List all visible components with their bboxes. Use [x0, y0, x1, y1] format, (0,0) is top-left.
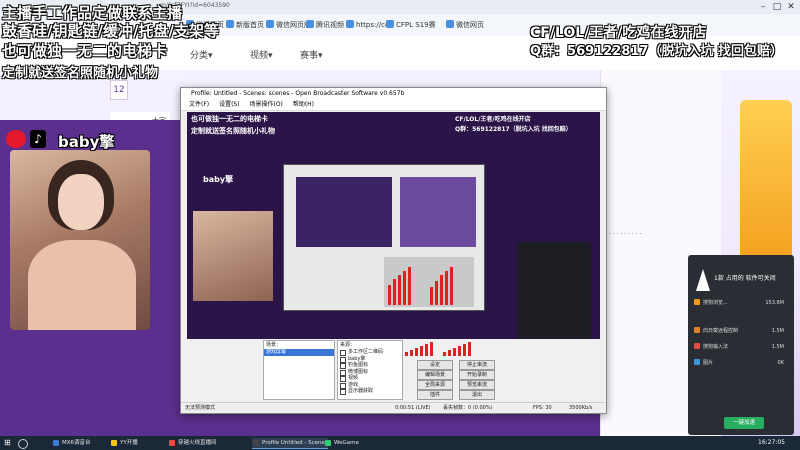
exit-button[interactable]: 退出	[459, 390, 495, 400]
status-kbps: 3500Kb/s	[569, 405, 593, 411]
maximize-icon[interactable]: □	[770, 0, 784, 14]
overlay-right2: Q群：569122817（脱坑入坑 找回包赔）	[530, 44, 783, 59]
preview-overlay-right1: CF/LOL/王者/吃鸡在线开店	[455, 116, 531, 123]
preview-overlay-line2: 定制就送签名照随机小礼物	[191, 127, 275, 135]
webcam-feed	[10, 150, 150, 330]
nav-category[interactable]: 分类▾	[190, 48, 213, 61]
menu-scene-ops[interactable]: 场景操作(O)	[249, 101, 282, 108]
nested-preview	[283, 164, 485, 311]
menu-help[interactable]: 帮助(H)	[293, 101, 314, 108]
preview-streamer-name: baby擎	[203, 175, 234, 184]
scene-item[interactable]: 游戏屏幕	[264, 349, 334, 356]
taskbar: ⊞ MX6调音台 YY开播 穿越火线直播间 Profile Untitled -…	[0, 436, 800, 450]
preview-stream-button[interactable]: 预览串流	[459, 380, 495, 390]
speedup-button[interactable]: 一键加速	[724, 417, 764, 429]
clock: 16:27:05	[758, 439, 785, 446]
obs-statusbar: 无法预测模式 0:00:51 (LIVE) 丢失帧数：0 (0.00%) FPS…	[181, 402, 606, 413]
nested-panel	[400, 177, 476, 247]
bookmark-item[interactable]: 腾讯视频	[306, 19, 344, 31]
global-source-button[interactable]: 全局来源	[417, 380, 453, 390]
gift-banner[interactable]	[740, 100, 792, 260]
tray-item[interactable]: 搜狗输入法 1.5M	[694, 341, 788, 353]
source-item[interactable]: 显示器获取	[338, 388, 402, 395]
overlay-line3: 也可做独一无二的电梯卡	[2, 42, 168, 60]
bookmark-item[interactable]: https://cc	[346, 19, 389, 31]
sources-panel: 来源： 多工作区二维码 baby擎 钓鱼图标 微博图标 视频 游戏 显示器获取	[337, 340, 403, 400]
obs-title: Profile: Untitled - Scenes: scenes - Ope…	[191, 90, 405, 97]
scenes-header: 场景：	[266, 342, 282, 348]
nested-stream	[296, 177, 392, 247]
taskbar-item[interactable]: MX6调音台	[52, 438, 91, 448]
preview-webcam	[193, 211, 273, 301]
streamer-face	[58, 174, 104, 230]
tray-item[interactable]: 向日葵远程控制 1.5M	[694, 325, 788, 337]
preview-overlay-line1: 也可做独一无二的电梯卡	[191, 115, 268, 123]
start-record-button[interactable]: 开始录制	[459, 370, 495, 380]
tray-item[interactable]: 搜狗浏览... 153.8M	[694, 297, 788, 309]
menu-file[interactable]: 文件(F)	[189, 101, 209, 108]
sources-header: 来源：	[340, 342, 356, 348]
bookmark-item[interactable]: CFPL S19赛	[386, 19, 436, 31]
nav-events[interactable]: 赛事▾	[300, 48, 323, 61]
plugins-button[interactable]: 插件	[417, 390, 453, 400]
phone-panel	[517, 242, 591, 339]
status-mode: 无法预测模式	[185, 405, 216, 411]
audio-meter	[405, 342, 475, 358]
obs-preview[interactable]: 也可做独一无二的电梯卡 定制就送签名照随机小礼物 CF/LOL/王者/吃鸡在线开…	[187, 112, 600, 339]
bookmark-item[interactable]: 微信网页版	[266, 19, 311, 31]
speedup-popup: 1款 占用的 软件可关闭 搜狗浏览... 153.8M 向日葵远程控制 1.5M 搜…	[688, 255, 794, 435]
weibo-douyin-logo: ♪	[6, 130, 50, 150]
stop-stream-button[interactable]: 停止串流	[459, 360, 495, 370]
scenes-panel: 场景： 游戏屏幕	[263, 340, 335, 400]
obs-titlebar: Profile: Untitled - Scenes: scenes - Ope…	[181, 88, 606, 100]
overlay-right1: CF/LOL/王者/吃鸡在线开店	[530, 25, 707, 41]
taskbar-item[interactable]: YY开播	[110, 438, 138, 448]
anchor-level-badge: 12	[110, 80, 128, 100]
taskbar-item[interactable]: WeGame	[324, 438, 359, 448]
taskbar-item[interactable]: Profile Untitled - Scenes	[252, 438, 328, 449]
status-fps: FPS: 30	[533, 405, 552, 411]
minimize-icon[interactable]: –	[756, 0, 770, 14]
chat-text: · · · · · · · · ·	[609, 231, 642, 238]
taskbar-item[interactable]: 穿越火线直播间	[168, 438, 217, 448]
overlay-line4: 定制就送签名照随机小礼物	[2, 66, 159, 81]
edit-scene-button[interactable]: 编辑场景	[417, 370, 453, 380]
status-time: 0:00:51 (LIVE)	[395, 405, 431, 411]
overlay-line2: 鼓香硅/钥匙链/缓冲/托盘/支架等	[2, 22, 219, 40]
close-icon[interactable]: ✕	[784, 0, 798, 14]
nested-mixer	[384, 257, 474, 307]
status-drops: 丢失帧数：0 (0.00%)	[443, 405, 493, 411]
bookmark-item[interactable]: 新版首页	[226, 19, 264, 31]
tray-header: 1款 占用的 软件可关闭	[714, 275, 776, 282]
settings-button[interactable]: 设定	[417, 360, 453, 370]
rocket-icon	[696, 269, 710, 291]
start-icon[interactable]: ⊞	[4, 439, 12, 447]
obs-window: Profile: Untitled - Scenes: scenes - Ope…	[180, 87, 607, 414]
streamer-body	[28, 240, 136, 330]
tray-item[interactable]: 图片 0K	[694, 357, 788, 369]
bookmark-item[interactable]: 微信网页	[446, 19, 484, 31]
obs-menu: 文件(F) 设置(S) 场景操作(O) 帮助(H)	[181, 100, 606, 111]
search-icon[interactable]	[18, 439, 28, 449]
preview-overlay-right2: Q群：569122817（脱坑入坑 找回包赔）	[455, 126, 572, 133]
nav-video[interactable]: 视频▾	[250, 48, 273, 61]
menu-settings[interactable]: 设置(S)	[219, 101, 240, 108]
streamer-name: baby擎	[58, 133, 115, 151]
